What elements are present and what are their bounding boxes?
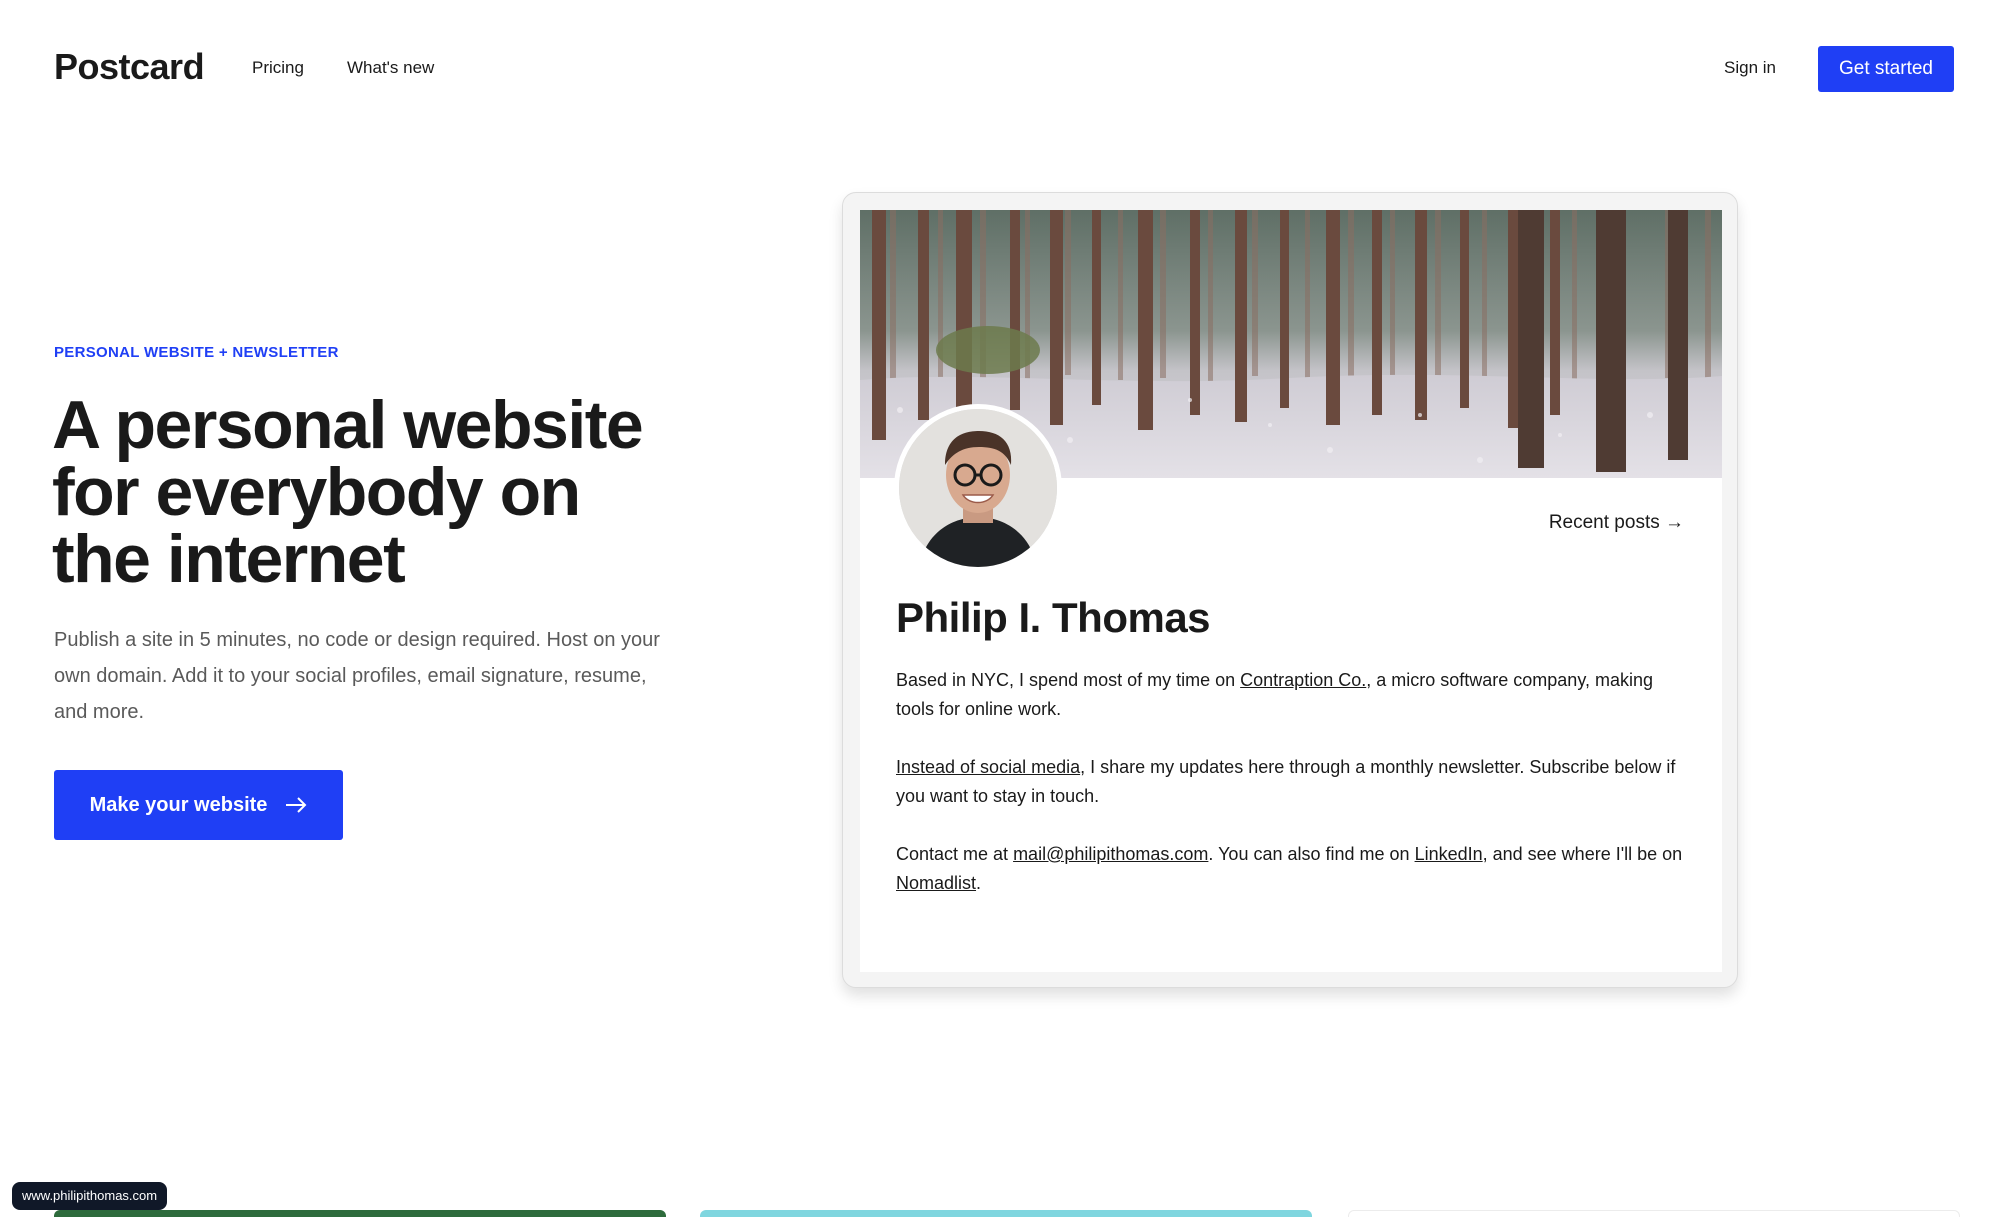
nomadlist-link[interactable]: Nomadlist [896, 873, 976, 893]
bio3-text-mid1: . You can also find me on [1208, 844, 1415, 864]
example-thumbnail-plants[interactable] [54, 1210, 666, 1217]
profile-name: Philip I. Thomas [896, 594, 1211, 641]
bio3-text-mid2: , and see where I'll be on [1482, 844, 1683, 864]
nav-pricing[interactable]: Pricing [252, 58, 304, 78]
bio-paragraph-1: Based in NYC, I spend most of my time on… [896, 666, 1696, 724]
hero-eyebrow: PERSONAL WEBSITE + NEWSLETTER [54, 344, 339, 361]
avatar-portrait [899, 409, 1057, 567]
profile-preview-card: Recent posts → Philip I. Thomas Based in… [860, 210, 1722, 972]
bio1-text-pre: Based in NYC, I spend most of my time on [896, 670, 1241, 690]
bio3-text-end: . [976, 873, 982, 893]
sign-in-link[interactable]: Sign in [1724, 58, 1776, 78]
make-website-button[interactable]: Make your website [54, 770, 343, 840]
example-thumbnail-blank[interactable] [1348, 1210, 1960, 1217]
email-link[interactable]: mail@philipithomas.com [1013, 844, 1208, 864]
recent-posts-link[interactable]: Recent posts → [1549, 512, 1684, 534]
hero-headline: A personal website for everybody on the … [52, 387, 644, 597]
make-website-label: Make your website [89, 793, 268, 816]
linkedin-link[interactable]: LinkedIn [1415, 844, 1483, 864]
status-url-tooltip: www.philipithomas.com [12, 1182, 168, 1210]
logo[interactable]: Postcard [54, 46, 205, 88]
site-header: Postcard Pricing What's new Sign in Get … [0, 0, 2000, 140]
profile-avatar [894, 404, 1062, 572]
hero-subcopy: Publish a site in 5 minutes, no code or … [54, 629, 660, 723]
bio-paragraph-2: Instead of social media, I share my upda… [896, 753, 1696, 811]
contraption-link[interactable]: Contraption Co. [1240, 670, 1366, 690]
profile-preview-frame: Recent posts → Philip I. Thomas Based in… [842, 192, 1738, 988]
arrow-right-icon [286, 797, 307, 813]
nav-whats-new[interactable]: What's new [347, 58, 434, 78]
page: Postcard Pricing What's new Sign in Get … [0, 0, 2000, 1217]
social-media-link[interactable]: Instead of social media [896, 757, 1080, 777]
bio3-text-pre: Contact me at [896, 844, 1014, 864]
example-thumbnail-illustration[interactable] [700, 1210, 1312, 1217]
get-started-button[interactable]: Get started [1818, 46, 1954, 92]
bio-paragraph-3: Contact me at mail@philipithomas.com. Yo… [896, 840, 1696, 898]
